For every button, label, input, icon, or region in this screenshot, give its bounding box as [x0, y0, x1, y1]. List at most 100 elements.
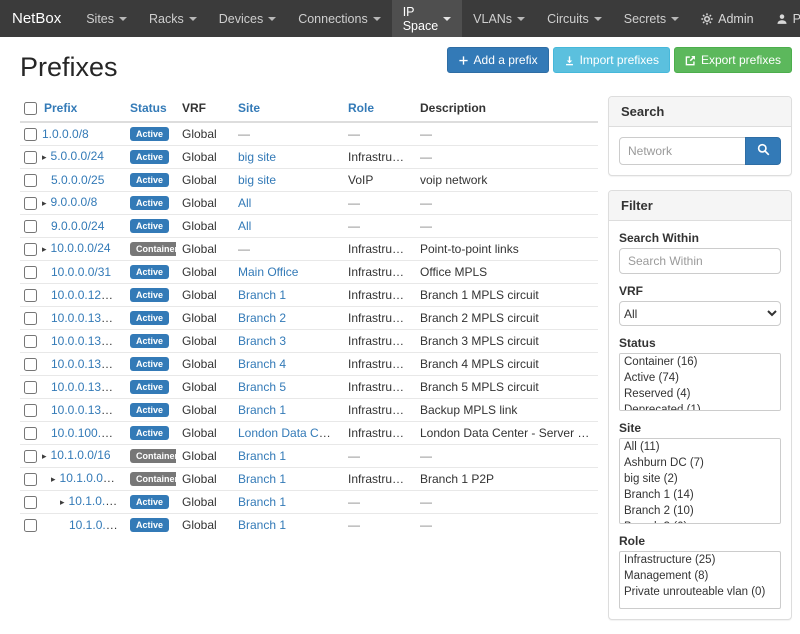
- prefix-link[interactable]: 1.0.0.0/8: [42, 127, 89, 141]
- row-checkbox[interactable]: [24, 335, 37, 348]
- import-prefixes-button[interactable]: Import prefixes: [553, 47, 670, 73]
- nav-item-connections[interactable]: Connections: [287, 0, 392, 37]
- filter-option[interactable]: Deprecated (1): [620, 402, 780, 411]
- role-cell: Infrastructure: [342, 146, 414, 169]
- nav-item-racks[interactable]: Racks: [138, 0, 208, 37]
- filter-option[interactable]: Private unrouteable vlan (0): [620, 584, 780, 600]
- row-checkbox[interactable]: [24, 128, 37, 141]
- filter-option[interactable]: Management (8): [620, 568, 780, 584]
- filter-option[interactable]: Active (74): [620, 370, 780, 386]
- row-checkbox[interactable]: [24, 289, 37, 302]
- prefix-link[interactable]: 5.0.0.0/25: [51, 173, 104, 187]
- nav-item-circuits[interactable]: Circuits: [536, 0, 613, 37]
- filter-option[interactable]: Branch 1 (14): [620, 487, 780, 503]
- prefix-link[interactable]: 10.0.0.136/31: [51, 380, 124, 394]
- prefix-link[interactable]: 10.0.0.0/24: [51, 241, 111, 255]
- site-link[interactable]: All: [238, 196, 251, 210]
- nav-item-sites[interactable]: Sites: [75, 0, 138, 37]
- prefix-link[interactable]: 10.0.0.130/31: [51, 311, 124, 325]
- nav-item-secrets[interactable]: Secrets: [613, 0, 690, 37]
- row-checkbox[interactable]: [24, 220, 37, 233]
- filter-option[interactable]: Container (16): [620, 354, 780, 370]
- vrf-select[interactable]: All: [619, 301, 781, 326]
- site-link[interactable]: Branch 1: [238, 403, 286, 417]
- prefix-link[interactable]: 10.1.0.0/16: [51, 448, 111, 462]
- nav-profile[interactable]: Profile: [765, 0, 800, 37]
- filter-option[interactable]: Branch 3 (6): [620, 519, 780, 524]
- select-all-checkbox[interactable]: [24, 102, 37, 115]
- status-filter-listbox[interactable]: Container (16)Active (74)Reserved (4)Dep…: [619, 353, 781, 411]
- prefix-link[interactable]: 10.1.0.0/26: [69, 518, 124, 532]
- search-input[interactable]: [619, 137, 746, 165]
- row-checkbox[interactable]: [24, 358, 37, 371]
- site-link[interactable]: Branch 1: [238, 495, 286, 509]
- role-cell: Infrastructure: [342, 238, 414, 261]
- status-badge: Active: [130, 150, 169, 164]
- row-checkbox[interactable]: [24, 381, 37, 394]
- site-link[interactable]: Branch 3: [238, 334, 286, 348]
- prefix-link[interactable]: 10.0.0.138/31: [51, 403, 124, 417]
- nav-item-vlans[interactable]: VLANs: [462, 0, 536, 37]
- filter-panel-title: Filter: [609, 191, 791, 221]
- row-checkbox[interactable]: [24, 427, 37, 440]
- row-checkbox[interactable]: [24, 266, 37, 279]
- nav-admin[interactable]: Admin: [690, 0, 764, 37]
- row-checkbox[interactable]: [24, 519, 37, 532]
- prefix-link[interactable]: 10.1.0.0/25: [69, 494, 124, 508]
- expand-arrow-icon: ▸: [51, 474, 56, 484]
- prefix-link[interactable]: 5.0.0.0/24: [51, 149, 104, 163]
- row-checkbox[interactable]: [24, 496, 37, 509]
- nav-item-label: Racks: [149, 12, 184, 26]
- role-filter-listbox[interactable]: Infrastructure (25)Management (8)Private…: [619, 551, 781, 609]
- row-checkbox[interactable]: [24, 473, 37, 486]
- filter-option[interactable]: Reserved (4): [620, 386, 780, 402]
- export-prefixes-button[interactable]: Export prefixes: [674, 47, 792, 73]
- prefix-link[interactable]: 9.0.0.0/8: [51, 195, 98, 209]
- site-link[interactable]: Main Office: [238, 265, 298, 279]
- site-link[interactable]: big site: [238, 173, 276, 187]
- row-checkbox[interactable]: [24, 174, 37, 187]
- status-cell: Container: [124, 238, 176, 261]
- prefix-link[interactable]: 10.0.0.128/31: [51, 288, 124, 302]
- site-link[interactable]: London Data Center: [238, 426, 342, 440]
- site-link[interactable]: Branch 1: [238, 518, 286, 532]
- filter-option[interactable]: All (11): [620, 439, 780, 455]
- site-link[interactable]: big site: [238, 150, 276, 164]
- site-link[interactable]: Branch 1: [238, 472, 286, 486]
- row-checkbox[interactable]: [24, 404, 37, 417]
- row-checkbox[interactable]: [24, 312, 37, 325]
- column-header-prefix[interactable]: Prefix: [38, 96, 124, 122]
- search-panel: Search: [608, 96, 792, 176]
- site-link[interactable]: All: [238, 219, 251, 233]
- column-header-status[interactable]: Status: [124, 96, 176, 122]
- nav-item-ip-space[interactable]: IP Space: [392, 0, 462, 37]
- search-button[interactable]: [745, 137, 781, 165]
- site-link[interactable]: Branch 4: [238, 357, 286, 371]
- row-checkbox[interactable]: [24, 450, 37, 463]
- prefix-link[interactable]: 10.0.100.0/24: [51, 426, 124, 440]
- column-header-site[interactable]: Site: [232, 96, 342, 122]
- column-header-role[interactable]: Role: [342, 96, 414, 122]
- prefix-link[interactable]: 9.0.0.0/24: [51, 219, 104, 233]
- search-within-input[interactable]: [619, 248, 781, 274]
- row-checkbox[interactable]: [24, 197, 37, 210]
- app-brand[interactable]: NetBox: [0, 0, 75, 37]
- site-link[interactable]: Branch 1: [238, 449, 286, 463]
- filter-option[interactable]: big site (2): [620, 471, 780, 487]
- filter-option[interactable]: Ashburn DC (7): [620, 455, 780, 471]
- filter-option[interactable]: Infrastructure (25): [620, 552, 780, 568]
- row-checkbox[interactable]: [24, 151, 37, 164]
- prefix-link[interactable]: 10.0.0.132/31: [51, 334, 124, 348]
- prefix-link[interactable]: 10.0.0.134/31: [51, 357, 124, 371]
- nav-item-devices[interactable]: Devices: [208, 0, 287, 37]
- empty-value: —: [238, 242, 250, 256]
- site-link[interactable]: Branch 1: [238, 288, 286, 302]
- prefix-link[interactable]: 10.0.0.0/31: [51, 265, 111, 279]
- site-link[interactable]: Branch 5: [238, 380, 286, 394]
- add-prefix-button[interactable]: Add a prefix: [447, 47, 549, 73]
- site-link[interactable]: Branch 2: [238, 311, 286, 325]
- filter-option[interactable]: Branch 2 (10): [620, 503, 780, 519]
- prefix-link[interactable]: 10.1.0.0/24: [60, 471, 120, 485]
- row-checkbox[interactable]: [24, 243, 37, 256]
- site-filter-listbox[interactable]: All (11)Ashburn DC (7)big site (2)Branch…: [619, 438, 781, 524]
